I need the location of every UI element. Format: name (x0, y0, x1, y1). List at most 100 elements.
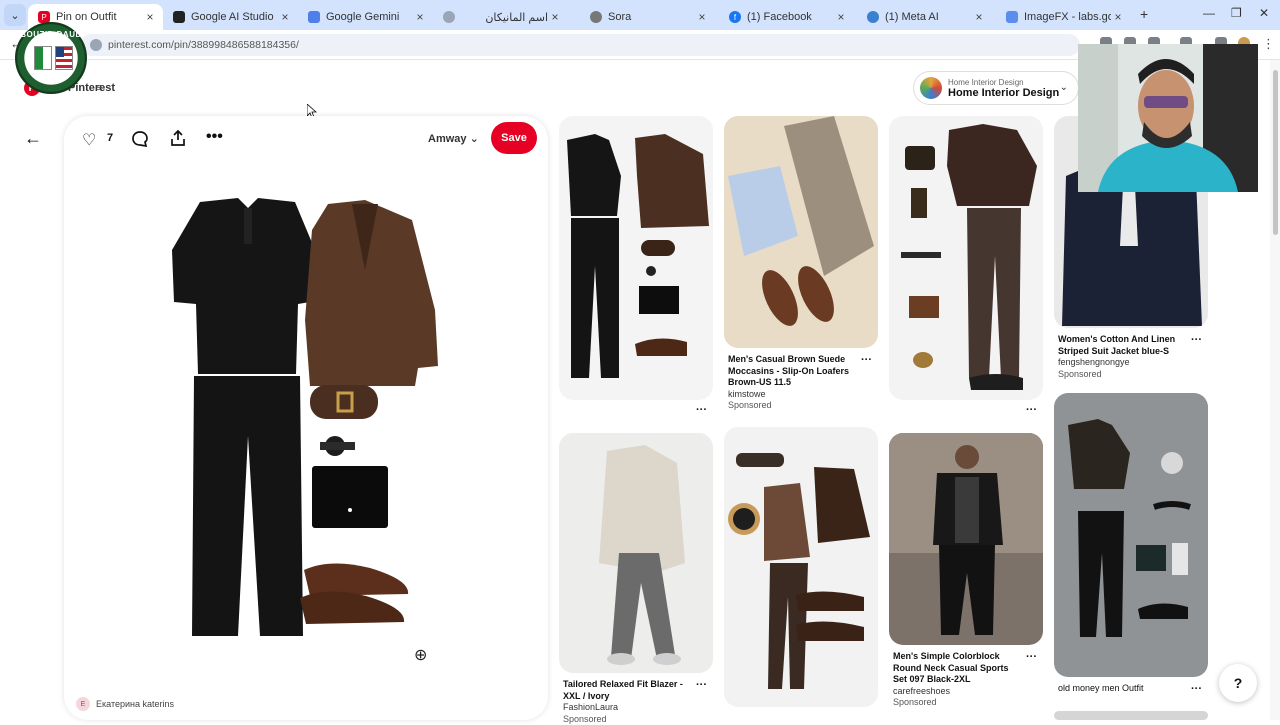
board-dropdown-label: Amway (428, 133, 467, 145)
pin-text: Men's Simple Colorblock Round Neck Casua… (893, 651, 1023, 709)
grid-pin-card[interactable]: ··· (889, 116, 1043, 416)
tab-search-button[interactable]: ⌄ (4, 4, 26, 26)
sora-icon (590, 11, 602, 23)
board-selector[interactable]: Home Interior Design Home Interior Desig… (913, 71, 1079, 105)
grid-pin-image[interactable] (559, 116, 713, 400)
browser-tab-bar: ⌄ P Pin on Outfit × Google AI Studio × G… (0, 0, 1280, 30)
grid-pin-image[interactable] (889, 116, 1043, 400)
grid-pin-card[interactable] (724, 427, 878, 720)
visual-search-icon[interactable]: ⊕ (414, 645, 427, 665)
gemini-icon (308, 11, 320, 23)
like-count: 7 (107, 132, 113, 144)
back-arrow-icon[interactable]: ← (24, 128, 42, 149)
grid-pin-image[interactable] (724, 427, 878, 707)
tab-imagefx[interactable]: ImageFX - labs.google/fx × (996, 4, 1131, 30)
pin-title[interactable]: Men's Casual Brown Suede Moccasins - Sli… (728, 354, 858, 389)
facebook-icon: f (729, 11, 741, 23)
menu-icon[interactable]: ≡ (96, 82, 102, 94)
sponsored-label: Sponsored (563, 714, 693, 725)
grid-pin-card[interactable]: old money men Outfit ··· (1054, 393, 1208, 703)
close-icon[interactable]: × (143, 10, 157, 24)
pin-text: Women's Cotton And Linen Striped Suit Ja… (1058, 334, 1188, 380)
tab-title: Sora (608, 11, 695, 23)
pin-text: old money men Outfit (1058, 683, 1188, 695)
url-field[interactable]: pinterest.com/pin/388998486588184356/ (80, 34, 1080, 56)
tab-google-ai-studio[interactable]: Google AI Studio × (163, 4, 298, 30)
restore-icon[interactable]: ❐ (1231, 6, 1242, 20)
grid-pin-image[interactable] (559, 433, 713, 673)
pin-title[interactable]: Women's Cotton And Linen Striped Suit Ja… (1058, 334, 1188, 357)
avatar: E (76, 697, 90, 711)
more-options-icon[interactable]: ··· (1191, 334, 1202, 346)
grid-pin-card[interactable]: ··· (559, 116, 713, 416)
grid-pin-card[interactable]: Men's Simple Colorblock Round Neck Casua… (889, 433, 1043, 720)
pin-title[interactable]: Tailored Relaxed Fit Blazer - XXL / Ivor… (563, 679, 693, 702)
close-icon[interactable]: × (548, 10, 562, 24)
board-dropdown[interactable]: Amway ⌄ (428, 132, 479, 145)
tab-sora[interactable]: Sora × (580, 4, 715, 30)
more-options-icon[interactable]: ··· (861, 354, 872, 366)
author-name: Екатерина katerins (96, 699, 174, 709)
channel-logo-text: BOUZID DAUD (20, 30, 82, 39)
new-tab-button[interactable]: + (1140, 6, 1148, 22)
close-icon[interactable]: × (695, 10, 709, 24)
grid-pin-card[interactable] (1054, 711, 1208, 720)
grid-pin-image[interactable] (1054, 393, 1208, 677)
more-options-icon[interactable]: ··· (696, 679, 707, 691)
outfit-pin-image[interactable] (160, 190, 450, 650)
close-icon[interactable]: × (834, 10, 848, 24)
tab-google-gemini[interactable]: Google Gemini × (298, 4, 433, 30)
close-icon[interactable]: × (278, 10, 292, 24)
tab-title: Google AI Studio (191, 11, 278, 23)
pin-author[interactable]: E Екатерина katerins (76, 697, 174, 711)
pin-source[interactable]: carefreeshoes (893, 686, 1023, 698)
pin-title[interactable]: Men's Simple Colorblock Round Neck Casua… (893, 651, 1023, 686)
tab-title: Pin on Outfit (56, 11, 143, 23)
site-info-icon[interactable] (90, 39, 102, 51)
browser-menu-icon[interactable]: ⋮ (1262, 36, 1275, 52)
imagefx-icon (1006, 11, 1018, 23)
scrollbar-thumb[interactable] (1273, 70, 1278, 235)
more-options-icon[interactable]: ··· (696, 404, 707, 416)
more-options-icon[interactable]: ••• (206, 128, 223, 146)
more-options-icon[interactable]: ··· (1026, 651, 1037, 663)
more-options-icon[interactable]: ··· (1191, 683, 1202, 695)
minimize-icon[interactable]: — (1203, 6, 1215, 20)
tab-title: (1) Meta AI (885, 11, 972, 23)
close-icon[interactable]: × (1111, 10, 1125, 24)
more-options-icon[interactable]: ··· (1026, 404, 1037, 416)
url-text: pinterest.com/pin/388998486588184356/ (108, 39, 299, 51)
flag-icon (34, 46, 52, 70)
close-icon[interactable]: × (413, 10, 427, 24)
save-button[interactable]: Save (491, 122, 537, 154)
comment-icon[interactable] (131, 130, 149, 148)
help-button[interactable]: ? (1219, 664, 1257, 702)
tab-title: (1) Facebook (747, 11, 834, 23)
pin-title[interactable]: old money men Outfit (1058, 683, 1188, 695)
tab-mannequin-name[interactable]: اسم المانيكان × (433, 4, 568, 30)
tab-facebook[interactable]: f (1) Facebook × (719, 4, 854, 30)
heart-icon[interactable]: ♡ (82, 130, 96, 150)
grid-pin-image[interactable] (889, 433, 1043, 645)
tab-title: ImageFX - labs.google/fx (1024, 11, 1111, 23)
grid-pin-card[interactable]: Tailored Relaxed Fit Blazer - XXL / Ivor… (559, 433, 713, 720)
board-selector-name: Home Interior Design (948, 87, 1059, 99)
help-label: ? (1234, 675, 1243, 691)
grid-pin-image[interactable] (724, 116, 878, 348)
tab-meta-ai[interactable]: (1) Meta AI × (857, 4, 992, 30)
close-icon[interactable]: × (972, 10, 986, 24)
board-selector-label: Home Interior Design (948, 78, 1059, 87)
window-close-icon[interactable]: ✕ (1259, 6, 1269, 20)
ai-studio-icon (173, 11, 185, 23)
pin-source[interactable]: FashionLaura (563, 702, 693, 714)
webcam-overlay (1078, 44, 1258, 192)
channel-logo: BOUZID DAUD (15, 22, 87, 94)
grid-pin-image[interactable] (1054, 711, 1208, 720)
pin-text: Men's Casual Brown Suede Moccasins - Sli… (728, 354, 858, 412)
chevron-down-icon: ⌄ (1060, 82, 1068, 93)
share-icon[interactable] (169, 129, 187, 147)
pin-source[interactable]: fengshengnongye (1058, 357, 1188, 369)
grid-pin-card[interactable]: Men's Casual Brown Suede Moccasins - Sli… (724, 116, 878, 416)
sponsored-label: Sponsored (893, 697, 1023, 709)
pin-source[interactable]: kimstowe (728, 389, 858, 401)
